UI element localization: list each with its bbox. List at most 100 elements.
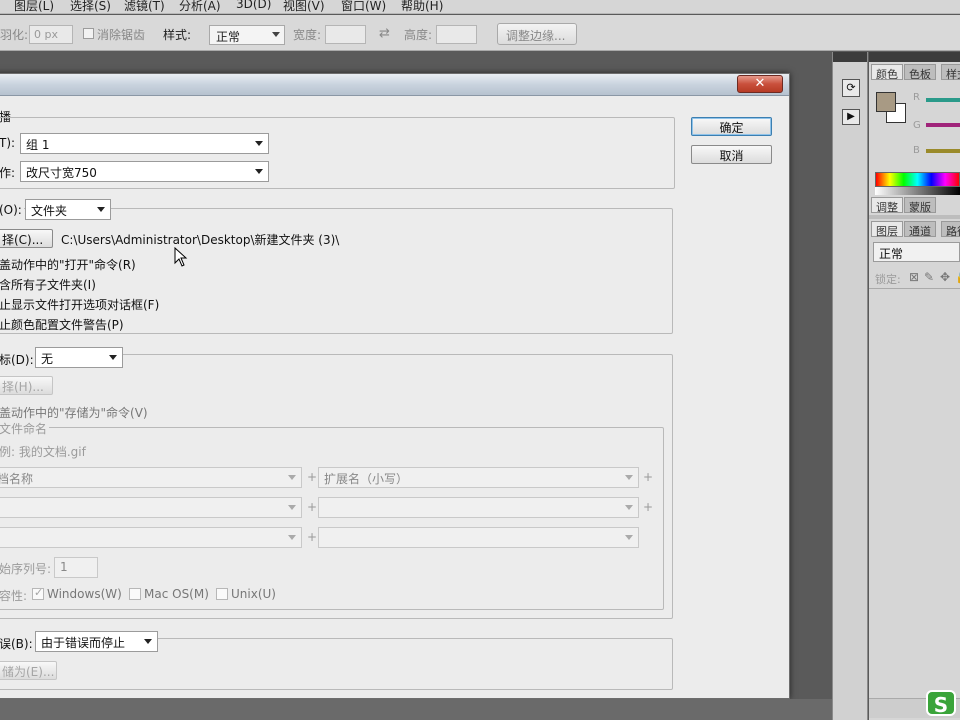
menu-select[interactable]: 选择(S): [70, 0, 111, 13]
tab-layers[interactable]: 图层: [871, 221, 903, 238]
windows-checkbox[interactable]: [32, 586, 44, 600]
destination-select[interactable]: 无: [35, 347, 123, 368]
menu-layer[interactable]: 图层(L): [14, 0, 54, 13]
lock-transparency-icon[interactable]: ⊠: [909, 270, 919, 284]
menu-filter[interactable]: 滤镜(T): [124, 0, 165, 13]
destination-value: 无: [41, 352, 54, 366]
menu-window[interactable]: 窗口(W): [341, 0, 386, 13]
naming-field-4[interactable]: [318, 497, 639, 518]
width-input[interactable]: [325, 25, 366, 44]
antialias-label: 消除锯齿: [97, 28, 146, 42]
grayscale-ramp[interactable]: [875, 187, 960, 195]
close-icon[interactable]: ✕: [737, 75, 783, 93]
foreground-swatch[interactable]: [876, 92, 896, 112]
menu-help[interactable]: 帮助(H): [401, 0, 443, 13]
cancel-button[interactable]: 取消: [691, 145, 772, 164]
tab-masks[interactable]: 蒙版: [904, 197, 936, 214]
source-select[interactable]: 文件夹: [25, 199, 111, 220]
suppress-open-dialog-option[interactable]: 止显示文件打开选项对话框(F): [0, 296, 159, 313]
naming-title: 文件命名: [0, 420, 50, 437]
chevron-down-icon: [625, 505, 633, 510]
tab-color[interactable]: 颜色: [871, 64, 903, 81]
lock-label: 锁定:: [875, 273, 901, 286]
refine-edge-button[interactable]: 调整边缘...: [497, 23, 577, 45]
blend-mode-value: 正常: [879, 247, 904, 261]
naming-group: [0, 427, 664, 610]
action-label: 作:: [0, 166, 16, 180]
action-value: 改尺寸宽750: [26, 166, 97, 180]
unix-label: Unix(U): [231, 587, 276, 601]
chevron-down-icon: [288, 475, 296, 480]
feather-input[interactable]: 0 px: [29, 25, 73, 44]
mac-label: Mac OS(M): [144, 587, 209, 601]
suppress-profile-warning-option[interactable]: 止颜色配置文件警告(P): [0, 316, 124, 333]
tab-paths[interactable]: 路径: [941, 221, 960, 238]
panel-divider: [869, 215, 960, 219]
swap-icon[interactable]: ⇄: [379, 26, 390, 41]
windows-label: Windows(W): [47, 587, 122, 601]
feather-label: 羽化:: [0, 28, 29, 42]
tab-channels[interactable]: 通道: [904, 221, 936, 238]
style-label: 样式:: [163, 28, 192, 42]
layers-separator: [869, 288, 960, 289]
color-ramp[interactable]: [875, 172, 960, 187]
override-open-option[interactable]: 盖动作中的"打开"命令(R): [0, 256, 136, 273]
channel-g-label: G: [913, 120, 921, 131]
include-subfolders-option[interactable]: 含所有子文件夹(I): [0, 276, 96, 293]
watermark-logo: S: [926, 690, 956, 717]
override-save-option[interactable]: 盖动作中的"存储为"命令(V): [0, 404, 148, 421]
errors-select[interactable]: 由于错误而停止: [35, 631, 158, 652]
play-icon[interactable]: ▶: [842, 109, 860, 125]
destination-choose-button[interactable]: 择(H)...: [0, 376, 53, 395]
chevron-down-icon: [288, 505, 296, 510]
menu-analysis[interactable]: 分析(A): [179, 0, 221, 13]
status-bar: [0, 699, 832, 720]
style-select[interactable]: 正常: [209, 25, 285, 45]
menu-view[interactable]: 视图(V): [283, 0, 325, 13]
lock-all-icon[interactable]: 🔒: [955, 270, 960, 284]
chevron-down-icon: [625, 535, 633, 540]
plus-icon: +: [307, 500, 318, 514]
lock-brush-icon[interactable]: ✎: [924, 270, 934, 284]
antialias-checkbox[interactable]: [83, 28, 94, 39]
plus-icon: +: [307, 530, 318, 544]
channel-r-label: R: [913, 92, 920, 103]
naming-field-1-value: 档名称: [0, 472, 34, 486]
lock-move-icon[interactable]: ✥: [940, 270, 950, 284]
compat-label: 容性:: [0, 589, 28, 603]
naming-field-2[interactable]: 扩展名（小写）: [318, 467, 639, 488]
tool-icon-strip: ⟳ ▶: [832, 52, 868, 720]
chevron-down-icon: [625, 475, 633, 480]
history-icon[interactable]: ⟳: [842, 79, 860, 97]
mouse-cursor-icon: [174, 247, 188, 267]
blend-mode-select[interactable]: 正常: [873, 242, 960, 262]
naming-field-6[interactable]: [318, 527, 639, 548]
chevron-down-icon: [255, 169, 263, 174]
panels-area: 颜色 色板 样式 R G B 调整 蒙版 图层 通道 路径 正常 锁定: ⊠ ✎…: [869, 52, 960, 720]
height-input[interactable]: [436, 25, 477, 44]
unix-checkbox[interactable]: [216, 588, 228, 600]
source-path: C:\Users\Administrator\Desktop\新建文件夹 (3)…: [61, 233, 340, 247]
style-value: 正常: [216, 30, 241, 44]
set-select[interactable]: 组 1: [20, 133, 269, 154]
set-label: T):: [0, 136, 16, 150]
strip-header: [833, 52, 867, 62]
slider-r[interactable]: [926, 98, 960, 102]
naming-field-3[interactable]: [0, 497, 302, 518]
slider-b[interactable]: [926, 149, 960, 153]
naming-field-5[interactable]: [0, 527, 302, 548]
slider-g[interactable]: [926, 123, 960, 127]
tab-adjustments[interactable]: 调整: [871, 197, 903, 214]
serial-input[interactable]: 1: [54, 557, 98, 578]
source-choose-button[interactable]: 择(C)...: [0, 229, 53, 248]
menu-3d[interactable]: 3D(D): [236, 0, 271, 11]
errors-save-as-button[interactable]: 储为(E)...: [0, 661, 57, 680]
ok-button[interactable]: 确定: [691, 117, 772, 136]
action-select[interactable]: 改尺寸宽750: [20, 161, 269, 182]
naming-field-1[interactable]: 档名称: [0, 467, 302, 488]
mac-checkbox[interactable]: [129, 588, 141, 600]
serial-label: 始序列号:: [0, 562, 52, 576]
plus-icon: +: [643, 470, 654, 484]
tab-swatches[interactable]: 色板: [904, 64, 936, 81]
tab-styles[interactable]: 样式: [941, 64, 960, 81]
